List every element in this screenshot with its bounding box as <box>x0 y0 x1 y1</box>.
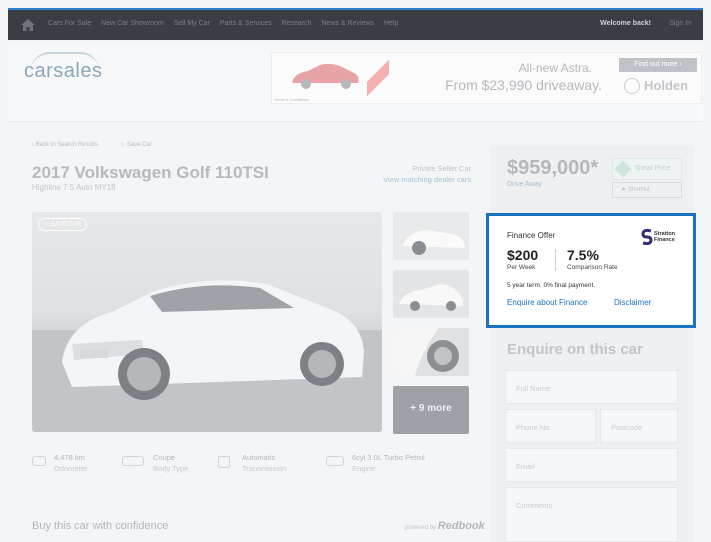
nav-news-reviews[interactable]: News & Reviews <box>322 20 375 27</box>
powered-by: powered by Redbook <box>405 520 485 532</box>
thumbnail-1[interactable] <box>393 212 469 260</box>
shortlist-button[interactable]: ★ Shortlist <box>612 182 682 198</box>
site-header: carsales Terms & Conditions All-new Astr… <box>8 42 703 122</box>
stratton-finance-logo: Stratton Finance <box>641 229 687 245</box>
nav-new-car-showroom[interactable]: New Car Showroom <box>101 20 164 27</box>
seller-info: Private Seller Car View matching dealer … <box>360 163 471 185</box>
email-field[interactable]: Email <box>505 448 678 482</box>
car-image <box>32 280 382 432</box>
nav-research[interactable]: Research <box>282 20 312 27</box>
home-icon[interactable] <box>20 18 36 32</box>
ad-terms: Terms & Conditions <box>274 97 309 102</box>
save-label: Save Car <box>126 142 152 148</box>
thumb-wheel-image <box>393 328 469 376</box>
enquiry-heading: Enquire on this car <box>507 341 643 358</box>
finance-divider <box>555 249 556 271</box>
powered-by-label: powered by <box>405 525 437 531</box>
sign-in-link[interactable]: Sign In <box>669 20 691 27</box>
great-price-badge[interactable]: Great Price <box>612 158 682 180</box>
transmission-icon <box>218 456 230 468</box>
engine-icon <box>326 456 344 466</box>
matching-dealer-link[interactable]: View matching dealer cars <box>360 174 471 185</box>
holden-lion-icon <box>624 78 640 94</box>
shortlist-label: Shortlist <box>628 187 650 193</box>
save-car-badge-label: SAVE CAR <box>51 222 81 228</box>
enquire-finance-link[interactable]: Enquire about Finance <box>507 298 588 307</box>
ad-cta-button[interactable]: Find out more › <box>619 58 697 72</box>
price-note[interactable]: Drive Away <box>507 181 542 188</box>
back-label: Back to Search Results <box>35 142 99 148</box>
ad-car-image <box>292 63 359 89</box>
main-menu: Cars For Sale New Car Showroom Sell My C… <box>48 20 406 27</box>
comparison-rate: 7.5% <box>567 247 599 263</box>
more-photos-label: + 9 more <box>410 403 452 414</box>
key-specs: 4,478 km Odometer Coupe Body Type Automati… <box>32 452 472 480</box>
finance-term: 5 year term. 0% final payment. <box>507 282 596 289</box>
spec-value: Coupe <box>153 453 176 462</box>
stratton-logo-text: Stratton Finance <box>654 231 676 243</box>
spec-transmission: Automatic Transmission <box>218 452 286 474</box>
weekly-label: Per Week <box>507 264 536 271</box>
confidence-heading: Buy this car with confidence <box>32 520 169 532</box>
great-price-label: Great Price <box>635 165 671 172</box>
finance-title: Finance Offer <box>507 231 556 240</box>
spec-value: Automatic <box>242 453 276 462</box>
price-tag-icon <box>614 160 632 178</box>
spec-odometer: 4,478 km Odometer <box>32 452 87 474</box>
thumbnail-3[interactable] <box>393 328 469 376</box>
listing-title: 2017 Volkswagen Golf 110TSI <box>32 163 269 182</box>
save-car-link[interactable]: ☆ Save Car <box>120 142 162 148</box>
spec-label: Transmission <box>242 464 287 473</box>
comments-field[interactable]: Comments <box>505 487 678 542</box>
spec-value: 4,478 km <box>54 453 85 462</box>
main-car-photo[interactable]: ☆ SAVE CAR <box>32 212 382 432</box>
thumbnail-2[interactable] <box>393 270 469 318</box>
phone-field[interactable]: Phone No. <box>505 409 596 443</box>
breadcrumb: ‹ Back to Search Results ☆ Save Car <box>32 141 172 148</box>
spec-label: Body Type <box>153 464 189 473</box>
spec-label: Odometer <box>54 464 88 473</box>
welcome-text: Welcome back! <box>600 20 651 27</box>
full-name-field[interactable]: Full Name <box>505 370 678 404</box>
thumb-car-image <box>393 270 469 318</box>
odometer-icon <box>32 456 46 466</box>
price: $959,000* <box>507 157 599 179</box>
carsales-logo[interactable]: carsales <box>24 60 102 83</box>
redbook-logo: Redbook <box>437 520 485 532</box>
weekly-amount: $200 <box>507 247 539 263</box>
listing-subtitle: Highline 7.5 Auto MY18 <box>32 183 116 192</box>
ad-headline: All-new Astra. <box>518 61 592 75</box>
seller-type: Private Seller Car <box>412 164 471 173</box>
save-car-badge[interactable]: ☆ SAVE CAR <box>38 218 87 231</box>
back-to-results-link[interactable]: ‹ Back to Search Results <box>32 142 108 148</box>
nav-parts-services[interactable]: Parts & Services <box>220 20 272 27</box>
top-nav-bar: Cars For Sale New Car Showroom Sell My C… <box>8 8 703 40</box>
postcode-field[interactable]: Postcode <box>600 409 678 443</box>
spec-value: 6cyl 3.0L Turbo Petrol <box>352 453 425 462</box>
nav-help[interactable]: Help <box>384 20 398 27</box>
nav-cars-for-sale[interactable]: Cars For Sale <box>48 20 91 27</box>
holden-ad-banner[interactable]: Terms & Conditions All-new Astra. From $… <box>271 52 702 104</box>
comparison-rate-label: Comparison Rate <box>567 264 618 271</box>
spec-body-type: Coupe Body Type <box>122 452 188 474</box>
more-photos-thumbnail[interactable]: + 9 more <box>393 386 469 434</box>
thumb-car-image <box>393 212 469 260</box>
ad-stripe <box>367 53 389 103</box>
ad-price: From $23,990 driveaway. <box>445 77 602 93</box>
disclaimer-link[interactable]: Disclaimer <box>614 298 651 307</box>
spec-engine: 6cyl 3.0L Turbo Petrol Engine <box>326 452 425 474</box>
body-type-icon <box>122 456 144 466</box>
nav-sell-my-car[interactable]: Sell My Car <box>174 20 210 27</box>
ad-brand: Holden <box>644 78 689 93</box>
stratton-s-icon <box>641 229 653 245</box>
spec-label: Engine <box>352 464 376 473</box>
finance-offer-panel: Finance Offer Stratton Finance $200 Per … <box>486 213 696 328</box>
